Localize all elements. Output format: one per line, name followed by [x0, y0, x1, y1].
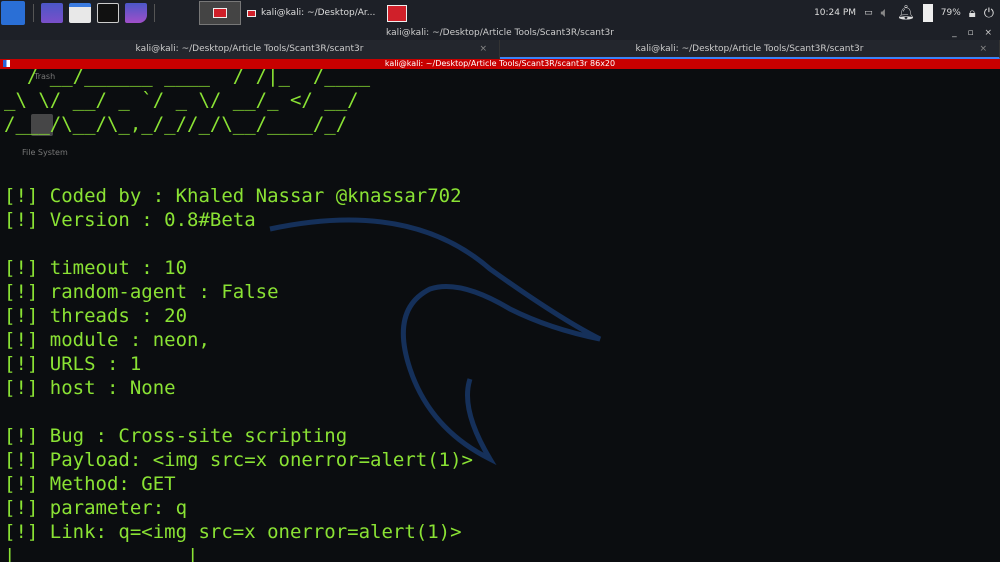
close-tab-icon[interactable]: ×	[479, 40, 487, 58]
workspace-1[interactable]	[199, 1, 241, 25]
tab-bar: kali@kali: ~/Desktop/Article Tools/Scant…	[0, 40, 1000, 59]
output-line: [!] random-agent : False	[4, 281, 279, 303]
output-line: [!] Link: q=<img src=x onerror=alert(1)>	[4, 521, 462, 543]
tab-1[interactable]: kali@kali: ~/Desktop/Article Tools/Scant…	[0, 40, 500, 59]
battery-icon[interactable]	[922, 4, 933, 22]
output-line: [!] Payload: <img src=x onerror=alert(1)…	[4, 449, 473, 471]
tab-2[interactable]: kali@kali: ~/Desktop/Article Tools/Scant…	[500, 40, 1000, 59]
terminal-window-icon	[213, 8, 227, 18]
ascii-banner: / __/______ ____ / /|_ /____ _\ \/ __/ _…	[4, 69, 370, 136]
file-manager-icon[interactable]	[69, 3, 91, 23]
logout-icon[interactable]: ⏻	[984, 6, 994, 21]
output-line: [!] URLS : 1	[4, 353, 142, 375]
lock-icon[interactable]: 🔒︎	[969, 6, 976, 21]
window-titlebar[interactable]: kali@kali: ~/Desktop/Article Tools/Scant…	[0, 26, 1000, 40]
taskbar: kali@kali: ~/Desktop/Ar... 10:24 PM ▭ 🔈︎…	[0, 0, 1000, 26]
output-line: |_______________|	[4, 545, 199, 562]
close-tab-icon[interactable]: ×	[979, 40, 987, 58]
terminal-view[interactable]: Trash File System / __/______ ____ / /|_…	[0, 69, 1000, 562]
output-line: [!] Version : 0.8#Beta	[4, 209, 256, 231]
task-terminal[interactable]: kali@kali: ~/Desktop/Ar...	[241, 1, 381, 25]
separator	[33, 4, 34, 22]
terminal-app-icon	[3, 60, 10, 67]
terminal-launcher-icon[interactable]	[97, 3, 119, 23]
task-title: kali@kali: ~/Desktop/Ar...	[261, 8, 376, 18]
output-line: [!] threads : 20	[4, 305, 188, 327]
separator	[154, 4, 155, 22]
output-line: [!] parameter: q	[4, 497, 188, 519]
system-tray: 10:24 PM ▭ 🔈︎ 🔔︎ 79% 🔒︎ ⏻	[814, 0, 994, 26]
kali-menu-icon[interactable]	[1, 1, 25, 25]
output-line: [!] Method: GET	[4, 473, 176, 495]
terminal-title: kali@kali: ~/Desktop/Article Tools/Scant…	[384, 59, 616, 68]
output-line: [!] Bug : Cross-site scripting	[4, 425, 348, 447]
screen-recorder-icon[interactable]	[125, 3, 147, 23]
output-line: [!] timeout : 10	[4, 257, 188, 279]
terminal-window-icon	[387, 4, 408, 22]
output-line: [!] Coded by : Khaled Nassar @knassar702	[4, 185, 462, 207]
show-desktop-icon[interactable]	[41, 3, 63, 23]
workspace-2[interactable]	[381, 1, 413, 25]
banner-line: _\ \/ __/ _ `/ _ \/ __/_ </ __/	[4, 89, 359, 111]
window-controls[interactable]: _ ▫ ×	[952, 26, 996, 40]
window-title: kali@kali: ~/Desktop/Article Tools/Scant…	[386, 28, 614, 38]
terminal-titlebar: kali@kali: ~/Desktop/Article Tools/Scant…	[0, 59, 1000, 69]
tab-label: kali@kali: ~/Desktop/Article Tools/Scant…	[135, 44, 364, 54]
notification-bell-icon[interactable]: 🔔︎	[897, 5, 915, 21]
clock[interactable]: 10:24 PM	[814, 8, 856, 18]
terminal-icon	[247, 9, 256, 17]
banner-line: /___/\__/\_,_/_//_/\__/____/_/	[4, 113, 348, 135]
battery-percent: 79%	[940, 8, 961, 18]
output-line: [!] host : None	[4, 377, 176, 399]
volume-icon[interactable]: 🔈︎	[881, 5, 889, 21]
output-line: [!] module : neon,	[4, 329, 210, 351]
terminal-output: [!] Coded by : Khaled Nassar @knassar702…	[4, 136, 473, 562]
tab-label: kali@kali: ~/Desktop/Article Tools/Scant…	[635, 44, 864, 54]
display-icon[interactable]: ▭	[864, 8, 873, 18]
banner-line: / __/______ ____ / /|_ /____	[4, 69, 371, 87]
